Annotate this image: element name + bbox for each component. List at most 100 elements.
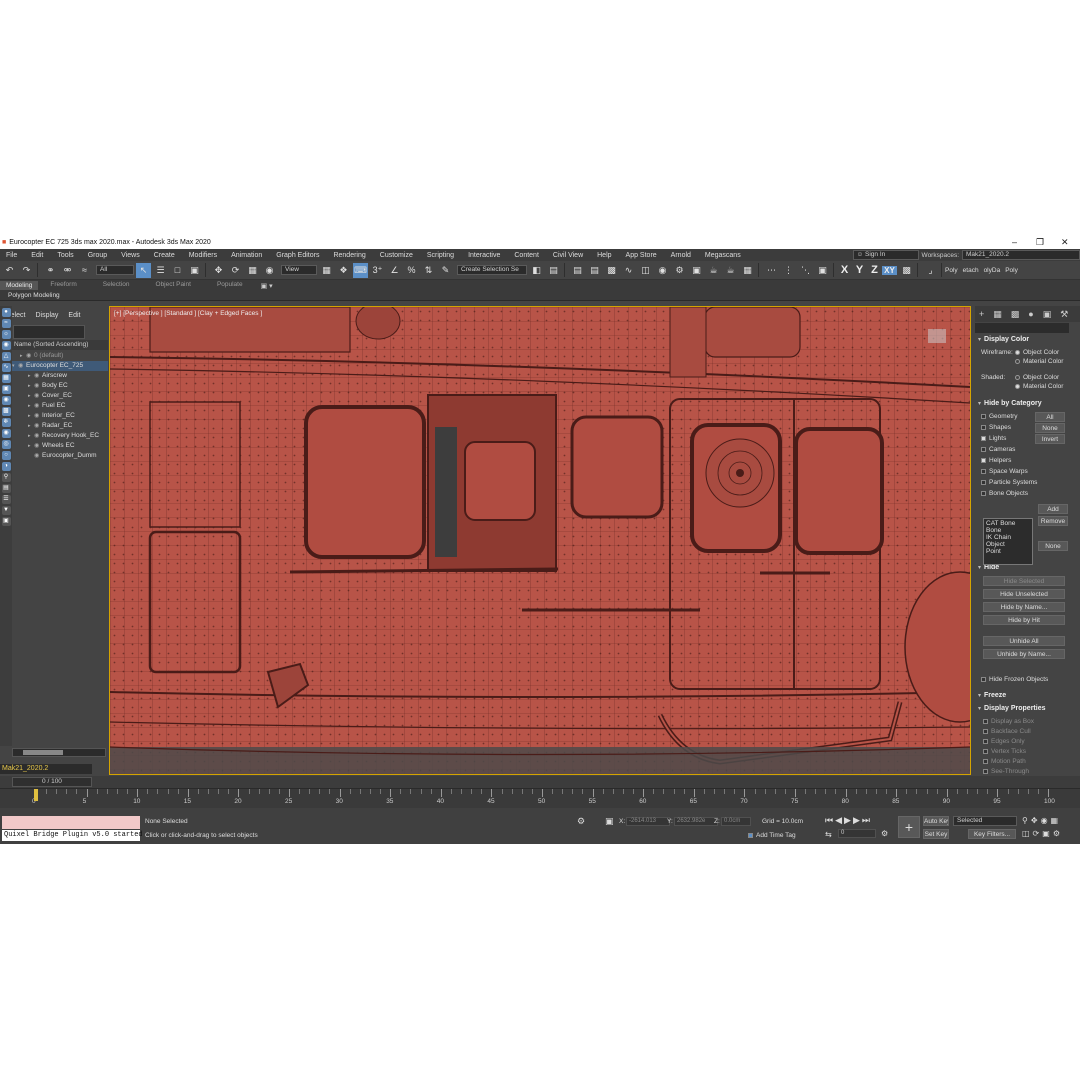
filter-hidden-icon[interactable]: ◉ xyxy=(1,429,11,438)
set-key-big-button[interactable]: + xyxy=(898,816,920,838)
render-setup-icon[interactable]: ⚙ xyxy=(672,263,687,278)
menu-tools[interactable]: Tools xyxy=(51,252,81,259)
filter-bones-icon[interactable]: ◉ xyxy=(1,396,11,405)
edit-named-selection-icon[interactable]: ✎ xyxy=(438,263,453,278)
scene-tree-node[interactable]: ▸ ◉ Wheels EC xyxy=(12,441,108,451)
axis-z-button[interactable]: Z xyxy=(867,264,882,276)
visibility-eye-icon[interactable]: ◉ xyxy=(26,351,34,361)
snap-vertex-icon[interactable]: ⋮ xyxy=(781,263,796,278)
keyboard-shortcut-icon[interactable]: ⌨ xyxy=(353,262,368,278)
menu-views[interactable]: Views xyxy=(115,252,148,259)
time-config-icon[interactable]: ⚙ xyxy=(881,829,888,838)
minimize-icon[interactable]: – xyxy=(1012,236,1017,249)
scale-icon[interactable]: ▦ xyxy=(245,263,260,278)
category-list-none-button[interactable]: None xyxy=(1038,541,1068,551)
toggle-scene-explorer-icon[interactable]: ▤ xyxy=(570,263,585,278)
display-prop-see-through-checkbox[interactable]: See-Through xyxy=(983,768,1029,775)
scene-menu-edit[interactable]: Edit xyxy=(68,312,80,319)
visibility-eye-icon[interactable]: ◉ xyxy=(34,381,42,391)
modify-tab-icon[interactable]: ▦ xyxy=(993,309,1002,320)
time-slider[interactable]: 0 / 100 xyxy=(12,777,92,787)
ribbon-tab-populate[interactable]: Populate xyxy=(205,281,257,290)
angle-snap-icon[interactable]: ∠ xyxy=(387,263,402,278)
menu-rendering[interactable]: Rendering xyxy=(327,252,373,259)
curve-editor-icon[interactable]: ∿ xyxy=(621,263,636,278)
display-tab-icon[interactable]: ▣ xyxy=(1043,309,1052,320)
display-prop-display-as-box-checkbox[interactable]: Display as Box xyxy=(983,718,1034,725)
key-filters-button[interactable]: Key Filters... xyxy=(968,829,1016,839)
filter-none-icon[interactable]: ○ xyxy=(1,451,11,460)
z-coord-field[interactable]: 0.0cm xyxy=(721,817,751,826)
align-icon[interactable]: ▤ xyxy=(546,263,561,278)
scene-search-input[interactable] xyxy=(13,325,85,339)
menu-file[interactable]: File xyxy=(0,252,25,259)
render-icon[interactable]: ☕ xyxy=(706,263,721,278)
filter-invert-icon[interactable]: ◑ xyxy=(1,462,11,471)
ribbon-shortcut-tab-3[interactable]: Poly xyxy=(1005,267,1018,274)
menu-help[interactable]: Help xyxy=(591,252,619,259)
find-icon[interactable]: ⚲ xyxy=(1,473,11,482)
maxscript-output[interactable]: Quixel Bridge Plugin v5.0 started xyxy=(2,830,143,841)
maxscript-listener-input[interactable] xyxy=(2,816,140,829)
menu-customize[interactable]: Customize xyxy=(374,252,421,259)
display-prop-vertex-ticks-checkbox[interactable]: Vertex Ticks xyxy=(983,748,1026,755)
scene-tree-node[interactable]: ◉ Eurocopter_Dumm xyxy=(12,451,108,461)
link-icon[interactable]: ⚭ xyxy=(43,263,58,278)
snap-face-icon[interactable]: ▣ xyxy=(815,263,830,278)
hide-category-space-warps-checkbox[interactable]: Space Warps xyxy=(981,468,1028,475)
scene-tree-node[interactable]: ▾ ◉ Eurocopter EC_725 xyxy=(12,361,108,371)
menu-group[interactable]: Group xyxy=(82,252,115,259)
ribbon-tab-modeling[interactable]: Modeling xyxy=(0,281,39,290)
display-children-icon[interactable]: ▤ xyxy=(1,484,11,493)
menu-civil-view[interactable]: Civil View xyxy=(547,252,591,259)
category-list-box[interactable]: CAT Bone Bone IK Chain Object Point xyxy=(983,518,1033,565)
visibility-eye-icon[interactable]: ◉ xyxy=(34,421,42,431)
scene-column-header[interactable]: Name (Sorted Ascending) xyxy=(12,340,108,350)
hide-unhide-all-button[interactable]: Unhide All xyxy=(983,636,1065,646)
hide-hide-unselected-button[interactable]: Hide Unselected xyxy=(983,589,1065,599)
toggle-layer-explorer-icon[interactable]: ▤ xyxy=(587,263,602,278)
axis-y-button[interactable]: Y xyxy=(852,264,867,276)
snap-grid-icon[interactable]: ⋯ xyxy=(764,263,779,278)
scene-tree-node[interactable]: ▸ ◉ 0 (default) xyxy=(12,351,108,361)
perspective-viewport[interactable]: [+] [Perspective ] [Standard ] [Clay + E… xyxy=(109,306,971,775)
filter-groups-icon[interactable]: ▦ xyxy=(1,374,11,383)
current-frame-field[interactable]: 0 xyxy=(838,829,876,838)
auto-key-button[interactable]: Auto Key xyxy=(923,816,949,826)
scene-tree-node[interactable]: ▸ ◉ Airscrew xyxy=(12,371,108,381)
lock-cell-icon[interactable]: ▣ xyxy=(1,517,11,526)
rotate-icon[interactable]: ⟳ xyxy=(228,263,243,278)
menu-modifiers[interactable]: Modifiers xyxy=(183,252,225,259)
isolate-selection-icon[interactable]: ⚙ xyxy=(577,816,585,827)
axis-x-button[interactable]: X xyxy=(837,264,852,276)
add-time-tag-button[interactable]: Add Time Tag xyxy=(748,832,796,839)
sign-in-dropdown[interactable]: ☺ Sign In xyxy=(852,250,919,260)
selection-lock-icon[interactable]: ▣ xyxy=(605,816,614,827)
menu-arnold[interactable]: Arnold xyxy=(665,252,699,259)
wireframe-material-color-radio[interactable]: Material Color xyxy=(1015,358,1063,365)
menu-megascans[interactable]: Megascans xyxy=(699,252,749,259)
ribbon-tab-selection[interactable]: Selection xyxy=(91,281,144,290)
ribbon-shortcut-tab-1[interactable]: etach xyxy=(963,267,979,274)
visibility-eye-icon[interactable]: ◉ xyxy=(34,371,42,381)
viewcube-icon[interactable] xyxy=(928,329,946,343)
category-list-item[interactable]: Bone xyxy=(986,527,1030,534)
display-prop-backface-cull-checkbox[interactable]: Backface Cull xyxy=(983,728,1031,735)
select-object-icon[interactable]: ↖ xyxy=(136,262,151,278)
hide-category-cameras-checkbox[interactable]: Cameras xyxy=(981,446,1015,453)
arnold-render-icon[interactable]: ▦ xyxy=(740,263,755,278)
filter-containers-icon[interactable]: ▩ xyxy=(1,407,11,416)
select-by-name-icon[interactable]: ☰ xyxy=(153,263,168,278)
material-editor-icon[interactable]: ◉ xyxy=(655,263,670,278)
filter-helpers-icon[interactable]: △ xyxy=(1,352,11,361)
filter-spacewarps-icon[interactable]: ∿ xyxy=(1,363,11,372)
hierarchy-tab-icon[interactable]: ▩ xyxy=(1011,309,1020,320)
hide-hide-selected-button[interactable]: Hide Selected xyxy=(983,576,1065,586)
hide-rollout[interactable]: Hide xyxy=(978,564,1068,571)
hide-category-particle-systems-checkbox[interactable]: Particle Systems xyxy=(981,479,1037,486)
viewport-navigation-icons[interactable]: ⚲✥◉▦ xyxy=(1022,816,1061,825)
visibility-eye-icon[interactable]: ◉ xyxy=(34,451,42,461)
mirror-icon[interactable]: ◧ xyxy=(529,263,544,278)
menu-app-store[interactable]: App Store xyxy=(620,252,665,259)
move-icon[interactable]: ✥ xyxy=(211,263,226,278)
